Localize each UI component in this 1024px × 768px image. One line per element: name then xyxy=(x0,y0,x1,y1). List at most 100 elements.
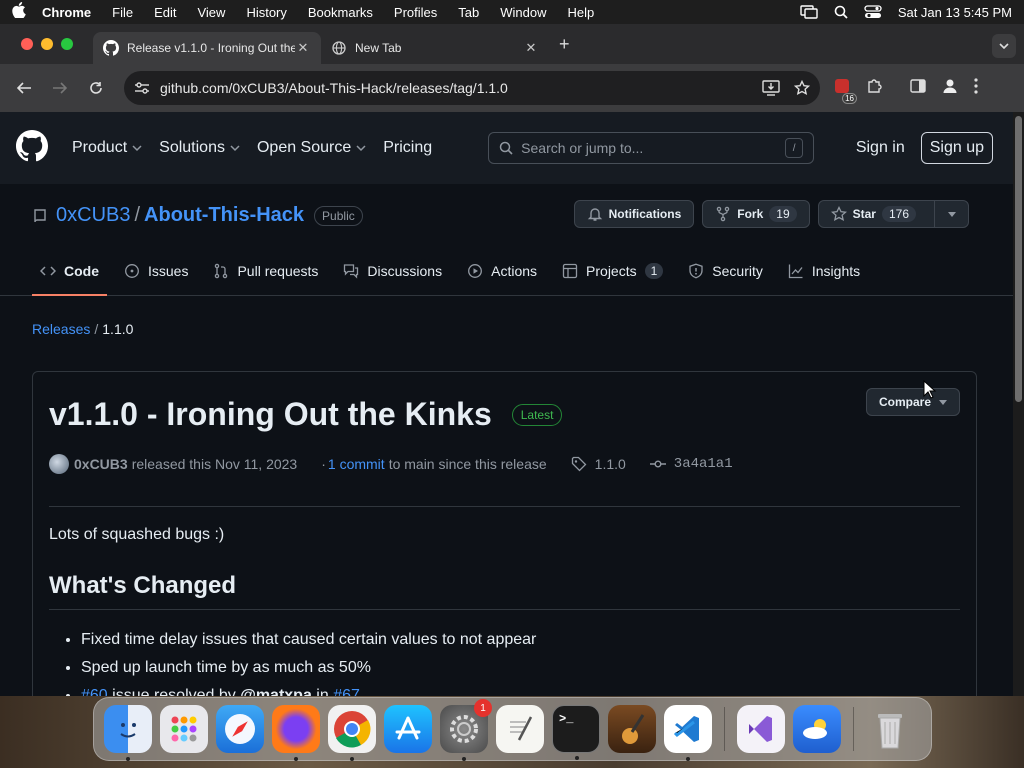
notifications-button[interactable]: Notifications xyxy=(573,200,695,228)
tab-code[interactable]: Code xyxy=(32,247,107,296)
browser-tab-release[interactable]: Release v1.1.0 - Ironing Out the Kinks ✕ xyxy=(93,32,321,64)
search-input[interactable]: Search or jump to... / xyxy=(488,132,815,164)
tab-projects[interactable]: Projects 1 xyxy=(554,247,671,295)
nav-open-source[interactable]: Open Source xyxy=(257,139,367,157)
close-tab-icon[interactable]: ✕ xyxy=(523,40,539,56)
launchpad-icon[interactable] xyxy=(160,705,208,753)
close-tab-icon[interactable]: ✕ xyxy=(295,40,311,56)
tag-icon xyxy=(571,456,587,472)
release-title[interactable]: v1.1.0 - Ironing Out the Kinks xyxy=(49,396,492,433)
changes-list: Fixed time delay issues that caused cert… xyxy=(81,628,536,696)
tab-title: New Tab xyxy=(355,41,402,55)
commit-sha-link[interactable]: 3a4a1a1 xyxy=(649,456,733,472)
tab-security-label: Security xyxy=(712,263,763,279)
author-link[interactable]: 0xCUB3 xyxy=(74,456,128,472)
settings-notification-badge: 1 xyxy=(474,699,492,717)
breadcrumb-releases-link[interactable]: Releases xyxy=(32,321,90,337)
browser-menu-kebab-icon[interactable] xyxy=(974,77,978,99)
menu-history[interactable]: History xyxy=(246,5,286,20)
compare-button[interactable]: Compare xyxy=(865,388,960,416)
menu-app-name[interactable]: Chrome xyxy=(42,5,91,20)
menu-edit[interactable]: Edit xyxy=(154,5,176,20)
system-settings-icon[interactable]: 1 xyxy=(440,699,492,761)
minimize-window-button[interactable] xyxy=(41,38,53,50)
commit-count-link[interactable]: 1 commit xyxy=(328,456,385,472)
nav-pricing[interactable]: Pricing xyxy=(383,139,432,157)
forward-arrow-icon[interactable] xyxy=(44,72,76,104)
user-mention-link[interactable]: @matxpa xyxy=(240,687,312,696)
firefox-icon[interactable] xyxy=(272,705,320,761)
menu-file[interactable]: File xyxy=(112,5,133,20)
sign-up-button[interactable]: Sign up xyxy=(920,132,993,164)
search-icon xyxy=(499,141,513,155)
screen-mirroring-icon[interactable] xyxy=(800,5,818,19)
issue-link[interactable]: #60 xyxy=(81,687,108,696)
page-scrollbar[interactable] xyxy=(1013,112,1024,696)
search-placeholder: Search or jump to... xyxy=(521,140,644,156)
repo-owner-link[interactable]: 0xCUB3 xyxy=(56,204,130,227)
address-bar[interactable]: github.com/0xCUB3/About-This-Hack/releas… xyxy=(124,71,820,105)
visual-studio-icon[interactable] xyxy=(737,705,785,753)
menu-view[interactable]: View xyxy=(197,5,225,20)
star-lists-caret-icon[interactable] xyxy=(934,201,968,227)
browser-toolbar: github.com/0xCUB3/About-This-Hack/releas… xyxy=(0,64,1024,112)
site-info-icon[interactable] xyxy=(134,81,150,95)
garageband-icon[interactable] xyxy=(608,705,656,753)
projects-count: 1 xyxy=(644,263,664,279)
menu-tab[interactable]: Tab xyxy=(458,5,479,20)
fork-button[interactable]: Fork 19 xyxy=(702,200,810,228)
control-center-icon[interactable] xyxy=(864,5,882,19)
extension-icon[interactable]: 16 xyxy=(834,78,857,104)
author-avatar[interactable] xyxy=(49,454,69,474)
spotlight-search-icon[interactable] xyxy=(834,5,848,19)
menu-bookmarks[interactable]: Bookmarks xyxy=(308,5,373,20)
tab-issues[interactable]: Issues xyxy=(116,247,196,295)
terminal-icon[interactable]: >_ xyxy=(552,705,600,760)
apple-menu-icon[interactable] xyxy=(12,2,26,22)
bookmark-star-icon[interactable] xyxy=(794,80,810,96)
nav-product[interactable]: Product xyxy=(72,139,143,157)
menu-window[interactable]: Window xyxy=(500,5,546,20)
url-text[interactable]: github.com/0xCUB3/About-This-Hack/releas… xyxy=(160,80,748,96)
tab-pull-requests[interactable]: Pull requests xyxy=(205,247,326,295)
close-window-button[interactable] xyxy=(21,38,33,50)
github-logo-icon[interactable] xyxy=(16,129,49,167)
tag-link[interactable]: 1.1.0 xyxy=(571,456,626,472)
tab-discussions[interactable]: Discussions xyxy=(335,247,450,295)
tab-actions[interactable]: Actions xyxy=(459,247,545,295)
scrollbar-thumb[interactable] xyxy=(1015,116,1022,402)
textedit-icon[interactable] xyxy=(496,705,544,753)
browser-tab-new[interactable]: New Tab ✕ xyxy=(321,32,549,64)
tab-issues-label: Issues xyxy=(148,263,189,279)
nav-solutions[interactable]: Solutions xyxy=(159,139,241,157)
app-store-icon[interactable] xyxy=(384,705,432,753)
tab-security[interactable]: Security xyxy=(680,247,771,295)
side-panel-icon[interactable] xyxy=(910,78,926,98)
safari-icon[interactable] xyxy=(216,705,264,753)
profile-avatar-icon[interactable] xyxy=(942,78,958,99)
install-app-icon[interactable] xyxy=(762,80,780,96)
reload-icon[interactable] xyxy=(80,72,112,104)
vscode-icon[interactable] xyxy=(664,705,712,761)
menu-profiles[interactable]: Profiles xyxy=(394,5,437,20)
pr-link[interactable]: #67 xyxy=(333,687,360,696)
mouse-cursor-icon xyxy=(923,380,937,399)
menu-help[interactable]: Help xyxy=(568,5,595,20)
tab-search-chevron-icon[interactable] xyxy=(992,34,1016,58)
trash-icon[interactable] xyxy=(866,705,914,753)
repo-name-link[interactable]: About-This-Hack xyxy=(144,204,304,227)
new-tab-plus-icon[interactable]: + xyxy=(559,34,570,55)
menubar-clock[interactable]: Sat Jan 13 5:45 PM xyxy=(898,5,1012,20)
finder-icon[interactable] xyxy=(104,705,152,761)
zoom-window-button[interactable] xyxy=(61,38,73,50)
weather-icon[interactable] xyxy=(793,705,841,753)
github-page: Product Solutions Open Source Pricing Se… xyxy=(0,112,1013,696)
back-arrow-icon[interactable] xyxy=(8,72,40,104)
extensions-puzzle-icon[interactable] xyxy=(866,78,882,99)
sign-in-link[interactable]: Sign in xyxy=(856,139,905,157)
tab-insights[interactable]: Insights xyxy=(780,247,868,295)
star-button[interactable]: Star 176 xyxy=(817,200,969,228)
release-card: v1.1.0 - Ironing Out the Kinks Latest Co… xyxy=(32,371,977,696)
tab-strip: Release v1.1.0 - Ironing Out the Kinks ✕… xyxy=(0,24,1024,64)
chrome-icon[interactable] xyxy=(328,705,376,761)
